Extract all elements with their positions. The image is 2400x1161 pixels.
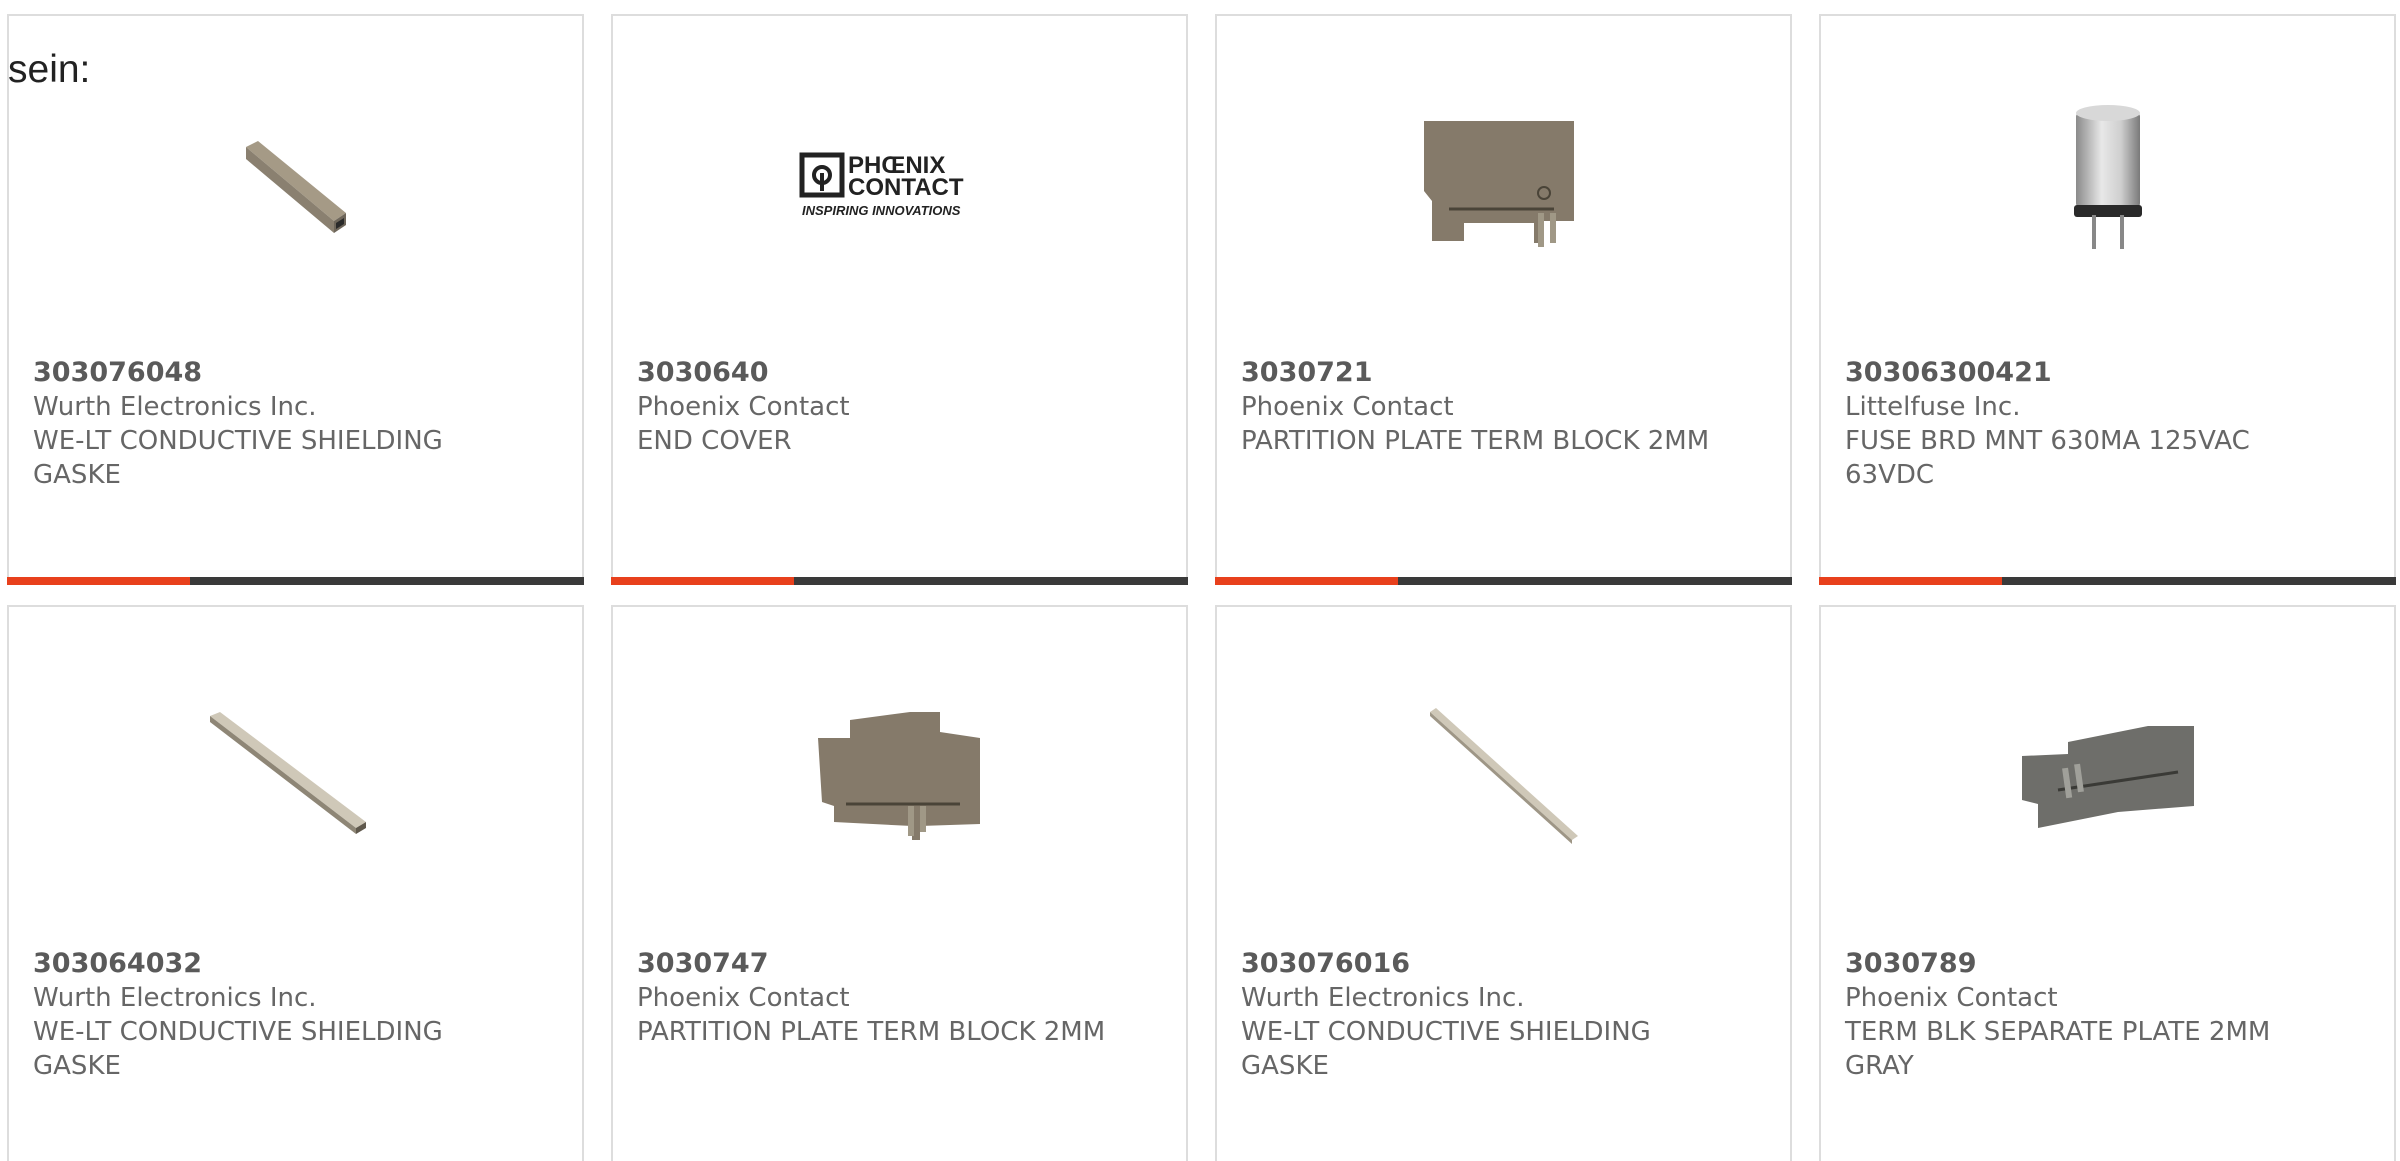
partition-plate-icon bbox=[817, 712, 980, 840]
intro-text: sein: bbox=[8, 48, 91, 91]
part-number[interactable]: 303064032 bbox=[33, 947, 558, 981]
product-description: FUSE BRD MNT 630MA 125VAC 63VDC bbox=[1845, 426, 2250, 490]
separate-plate-icon bbox=[2021, 726, 2194, 828]
manufacturer-name: Phoenix Contact bbox=[1241, 392, 1454, 422]
part-number[interactable]: 303076048 bbox=[33, 356, 558, 390]
card-accent-bar bbox=[611, 577, 1188, 585]
product-card[interactable]: 3030789 Phoenix Contact TERM BLK SEPARAT… bbox=[1819, 605, 2396, 1161]
product-description: END COVER bbox=[637, 426, 792, 456]
product-image bbox=[9, 78, 582, 284]
product-image bbox=[9, 669, 582, 875]
product-card[interactable]: 303076048 Wurth Electronics Inc. WE-LT C… bbox=[7, 14, 584, 585]
product-description: PARTITION PLATE TERM BLOCK 2MM bbox=[1241, 426, 1710, 456]
product-info: 3030640 Phoenix Contact END COVER bbox=[637, 356, 1162, 458]
product-image bbox=[1217, 78, 1790, 284]
product-card[interactable]: 303064032 Wurth Electronics Inc. WE-LT C… bbox=[7, 605, 584, 1161]
product-card[interactable]: PHŒNIX CONTACT INSPIRING INNOVATIONS 303… bbox=[611, 14, 1188, 585]
part-number[interactable]: 3030640 bbox=[637, 356, 1162, 390]
manufacturer-name: Phoenix Contact bbox=[637, 392, 850, 422]
shielding-gasket-icon bbox=[245, 141, 346, 233]
svg-text:INSPIRING INNOVATIONS: INSPIRING INNOVATIONS bbox=[802, 203, 961, 218]
card-accent-bar bbox=[1819, 577, 2396, 585]
product-image bbox=[1821, 669, 2394, 875]
manufacturer-name: Phoenix Contact bbox=[637, 983, 850, 1013]
product-card[interactable]: 3030747 Phoenix Contact PARTITION PLATE … bbox=[611, 605, 1188, 1161]
product-description: WE-LT CONDUCTIVE SHIELDING GASKE bbox=[1241, 1017, 1651, 1081]
manufacturer-name: Wurth Electronics Inc. bbox=[33, 983, 317, 1013]
part-number[interactable]: 3030747 bbox=[637, 947, 1162, 981]
product-info: 303076016 Wurth Electronics Inc. WE-LT C… bbox=[1241, 947, 1766, 1083]
product-card[interactable]: 303076016 Wurth Electronics Inc. WE-LT C… bbox=[1215, 605, 1792, 1161]
part-number[interactable]: 3030789 bbox=[1845, 947, 2370, 981]
product-info: 303064032 Wurth Electronics Inc. WE-LT C… bbox=[33, 947, 558, 1083]
product-info: 3030721 Phoenix Contact PARTITION PLATE … bbox=[1241, 356, 1766, 458]
product-description: WE-LT CONDUCTIVE SHIELDING GASKE bbox=[33, 1017, 443, 1081]
product-image bbox=[1217, 669, 1790, 875]
product-card[interactable]: 30306300421 Littelfuse Inc. FUSE BRD MNT… bbox=[1819, 14, 2396, 585]
part-number[interactable]: 3030721 bbox=[1241, 356, 1766, 390]
product-info: 30306300421 Littelfuse Inc. FUSE BRD MNT… bbox=[1845, 356, 2370, 492]
card-accent-bar bbox=[7, 577, 584, 585]
product-grid-page: sein: 303076048 Wurth Electronics Inc. W… bbox=[0, 0, 2400, 1161]
part-number[interactable]: 30306300421 bbox=[1845, 356, 2370, 390]
product-description: WE-LT CONDUCTIVE SHIELDING GASKE bbox=[33, 426, 443, 490]
product-info: 3030789 Phoenix Contact TERM BLK SEPARAT… bbox=[1845, 947, 2370, 1083]
product-card[interactable]: 3030721 Phoenix Contact PARTITION PLATE … bbox=[1215, 14, 1792, 585]
phoenix-contact-logo: PHŒNIX CONTACT INSPIRING INNOVATIONS bbox=[799, 152, 964, 218]
part-number[interactable]: 303076016 bbox=[1241, 947, 1766, 981]
partition-plate-icon bbox=[1423, 121, 1574, 247]
product-image bbox=[1821, 78, 2394, 284]
manufacturer-name: Phoenix Contact bbox=[1845, 983, 2058, 1013]
manufacturer-name: Wurth Electronics Inc. bbox=[1241, 983, 1525, 1013]
manufacturer-name: Wurth Electronics Inc. bbox=[33, 392, 317, 422]
product-image bbox=[613, 669, 1186, 875]
product-image: PHŒNIX CONTACT INSPIRING INNOVATIONS bbox=[613, 78, 1186, 284]
manufacturer-name: Littelfuse Inc. bbox=[1845, 392, 2021, 422]
product-info: 303076048 Wurth Electronics Inc. WE-LT C… bbox=[33, 356, 558, 492]
svg-text:CONTACT: CONTACT bbox=[848, 174, 964, 201]
product-description: PARTITION PLATE TERM BLOCK 2MM bbox=[637, 1017, 1106, 1047]
shielding-gasket-icon bbox=[1429, 708, 1578, 844]
shielding-gasket-icon bbox=[209, 712, 366, 834]
fuse-icon bbox=[2073, 105, 2142, 249]
product-info: 3030747 Phoenix Contact PARTITION PLATE … bbox=[637, 947, 1162, 1049]
card-accent-bar bbox=[1215, 577, 1792, 585]
product-description: TERM BLK SEPARATE PLATE 2MM GRAY bbox=[1845, 1017, 2271, 1081]
